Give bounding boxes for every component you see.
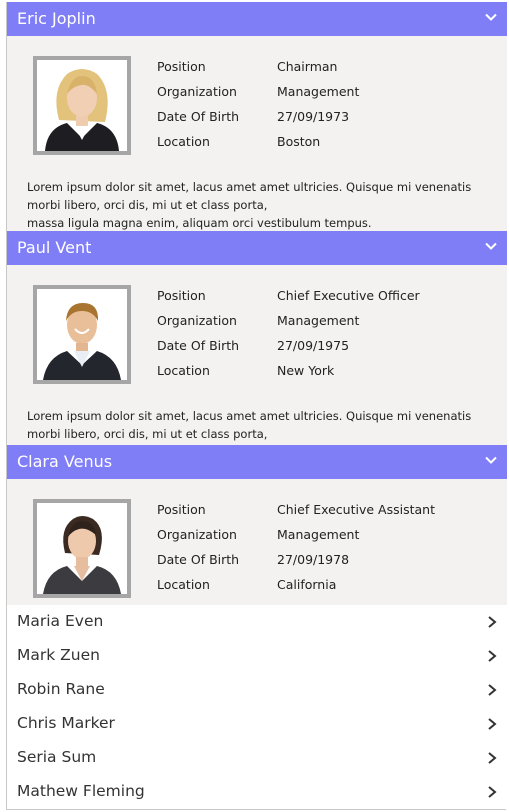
info-table: Position Chairman Organization Management … [157, 54, 487, 154]
description-line: morbi libero, orci dis, mi ut et class p… [27, 427, 268, 441]
description-line: Lorem ipsum dolor sit amet, lacus amet a… [27, 180, 472, 194]
accordion-header-clara-venus[interactable]: Clara Venus [7, 445, 507, 479]
value-date-of-birth: 27/09/1973 [277, 109, 350, 124]
chevron-down-icon [485, 242, 497, 250]
label-organization: Organization [157, 313, 237, 328]
info-table: Position Chief Executive Assistant Organi… [157, 497, 487, 597]
label-date-of-birth: Date Of Birth [157, 552, 240, 567]
value-date-of-birth: 27/09/1978 [277, 552, 350, 567]
value-organization: Management [277, 527, 360, 542]
label-organization: Organization [157, 527, 237, 542]
value-organization: Management [277, 84, 360, 99]
header-name: Eric Joplin [17, 9, 96, 28]
chevron-right-icon [488, 752, 497, 764]
chevron-right-icon [488, 650, 497, 662]
accordion-item-robin-rane[interactable]: Robin Rane [7, 673, 507, 707]
chevron-down-icon [485, 13, 497, 21]
chevron-right-icon [488, 684, 497, 696]
accordion-panel-clara-venus: Position Chief Executive Assistant Organi… [7, 479, 507, 605]
value-date-of-birth: 27/09/1975 [277, 338, 350, 353]
chevron-right-icon [488, 786, 497, 798]
accordion-item-mark-zuen[interactable]: Mark Zuen [7, 639, 507, 673]
accordion-panel-eric-joplin: Position Chairman Organization Management … [7, 36, 507, 231]
description-line: massa ligula magna enim, aliquam orci ve… [27, 216, 372, 230]
label-position: Position [157, 59, 206, 74]
value-position: Chief Executive Officer [277, 288, 420, 303]
info-table: Position Chief Executive Officer Organiza… [157, 283, 487, 383]
label-location: Location [157, 134, 210, 149]
label-position: Position [157, 502, 206, 517]
label-date-of-birth: Date Of Birth [157, 338, 240, 353]
item-name: Maria Even [17, 612, 104, 630]
accordion-header-eric-joplin[interactable]: Eric Joplin [7, 2, 507, 36]
label-organization: Organization [157, 84, 237, 99]
value-position: Chief Executive Assistant [277, 502, 435, 517]
description-line: Lorem ipsum dolor sit amet, lacus amet a… [27, 409, 472, 423]
profile-photo [33, 499, 131, 598]
accordion: Eric Joplin Position Chairman Organizatio… [6, 2, 507, 810]
chevron-right-icon [488, 718, 497, 730]
item-name: Seria Sum [17, 748, 97, 766]
description: Lorem ipsum dolor sit amet, lacus amet a… [27, 178, 497, 231]
description: Lorem ipsum dolor sit amet, lacus amet a… [27, 407, 497, 443]
accordion-item-chris-marker[interactable]: Chris Marker [7, 707, 507, 741]
profile-photo [33, 285, 131, 384]
label-position: Position [157, 288, 206, 303]
item-name: Robin Rane [17, 680, 105, 698]
accordion-item-mathew-fleming[interactable]: Mathew Fleming [7, 775, 507, 809]
label-location: Location [157, 363, 210, 378]
accordion-item-maria-even[interactable]: Maria Even [7, 605, 507, 639]
value-organization: Management [277, 313, 360, 328]
item-name: Mark Zuen [17, 646, 100, 664]
label-location: Location [157, 577, 210, 592]
value-location: Boston [277, 134, 321, 149]
chevron-down-icon [485, 456, 497, 464]
label-date-of-birth: Date Of Birth [157, 109, 240, 124]
description-line: morbi libero, orci dis, mi ut et class p… [27, 198, 268, 212]
item-name: Chris Marker [17, 714, 115, 732]
value-position: Chairman [277, 59, 338, 74]
header-name: Paul Vent [17, 238, 92, 257]
value-location: California [277, 577, 337, 592]
item-name: Mathew Fleming [17, 782, 145, 800]
profile-photo [33, 56, 131, 155]
accordion-item-seria-sum[interactable]: Seria Sum [7, 741, 507, 775]
accordion-panel-paul-vent: Position Chief Executive Officer Organiza… [7, 265, 507, 445]
value-location: New York [277, 363, 335, 378]
header-name: Clara Venus [17, 452, 113, 471]
accordion-header-paul-vent[interactable]: Paul Vent [7, 231, 507, 265]
chevron-right-icon [488, 616, 497, 628]
